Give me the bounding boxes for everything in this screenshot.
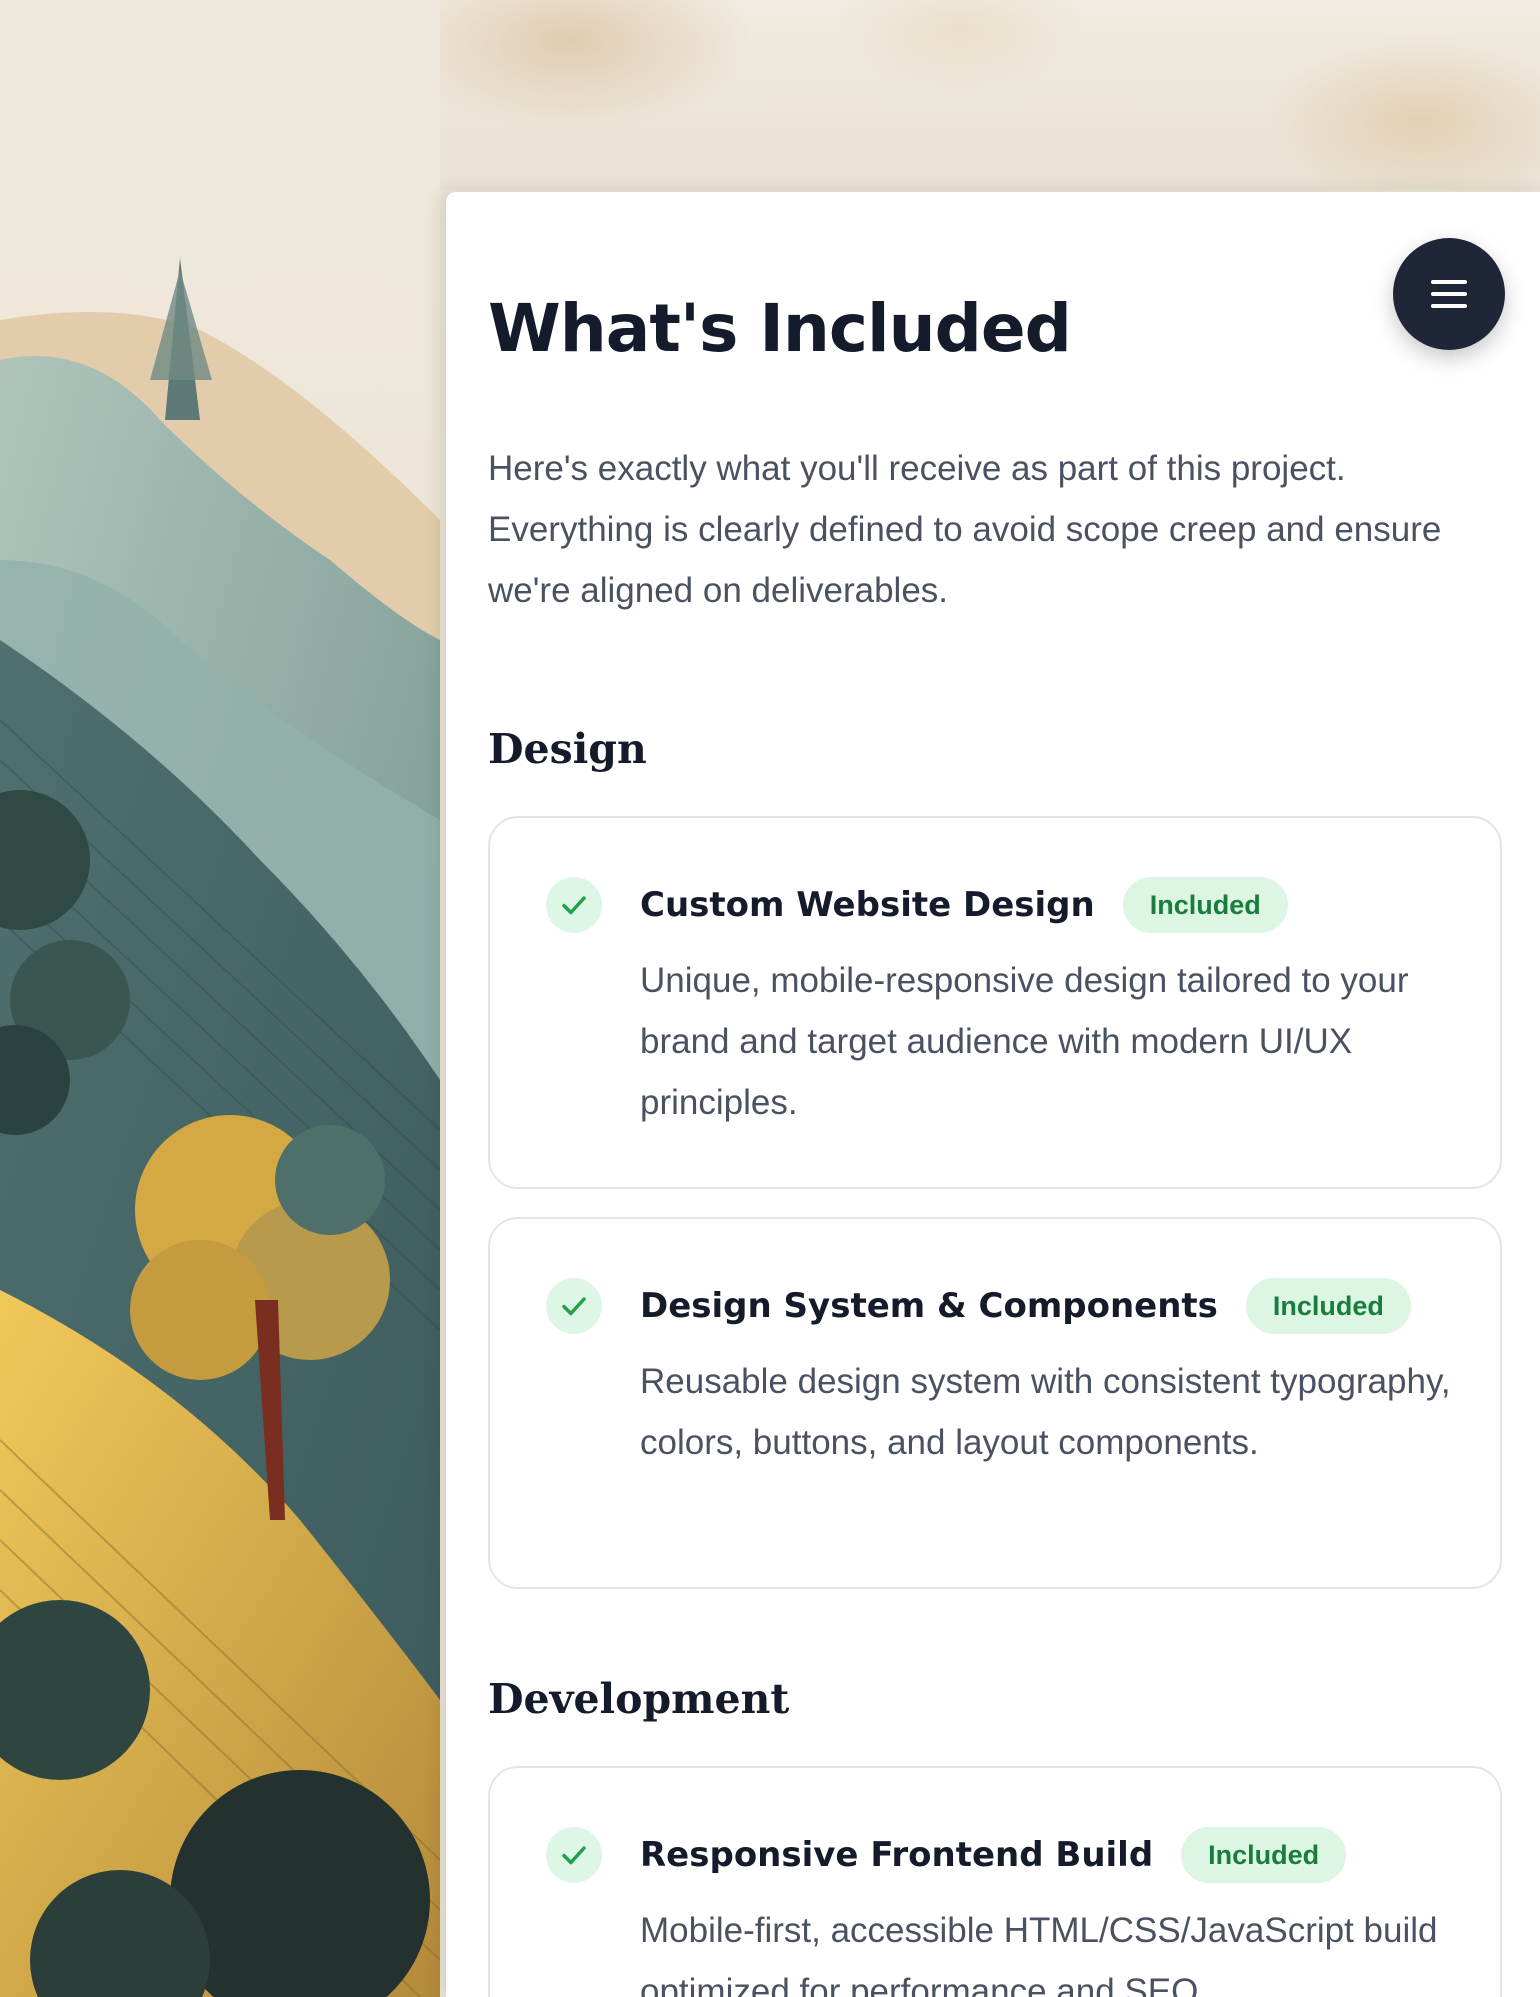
list-item: Custom Website Design Included Unique, m… <box>488 816 1502 1189</box>
item-description: Mobile-first, accessible HTML/CSS/JavaSc… <box>640 1911 1438 1997</box>
item-title: Responsive Frontend Build <box>640 1835 1154 1875</box>
list-item: Responsive Frontend Build Included Mobil… <box>488 1766 1502 1997</box>
status-badge: Included <box>1181 1827 1347 1883</box>
landscape-illustration <box>0 0 440 1997</box>
item-title: Custom Website Design <box>640 885 1095 925</box>
status-badge: Included <box>1245 1278 1411 1334</box>
hamburger-menu-icon <box>1431 280 1467 308</box>
item-title-row: Responsive Frontend Build Included <box>640 1827 1347 1883</box>
menu-button[interactable] <box>1393 238 1505 350</box>
section-heading-development: Development <box>488 1675 790 1723</box>
checkmark-icon <box>546 1278 602 1334</box>
item-title: Design System & Components <box>640 1286 1218 1326</box>
page: What's Included Here's exactly what you'… <box>0 0 1540 1997</box>
status-badge: Included <box>1122 877 1288 933</box>
item-title-row: Design System & Components Included <box>640 1278 1411 1334</box>
section-heading-design: Design <box>488 725 647 773</box>
item-description: Reusable design system with consistent t… <box>640 1362 1451 1462</box>
intro-text: Here's exactly what you'll receive as pa… <box>488 449 1442 610</box>
item-title-row: Custom Website Design Included <box>640 877 1288 933</box>
item-description: Unique, mobile-responsive design tailore… <box>640 961 1409 1122</box>
checkmark-icon <box>546 1827 602 1883</box>
list-item: Design System & Components Included Reus… <box>488 1217 1502 1589</box>
page-title: What's Included <box>488 290 1072 367</box>
checkmark-icon <box>546 877 602 933</box>
